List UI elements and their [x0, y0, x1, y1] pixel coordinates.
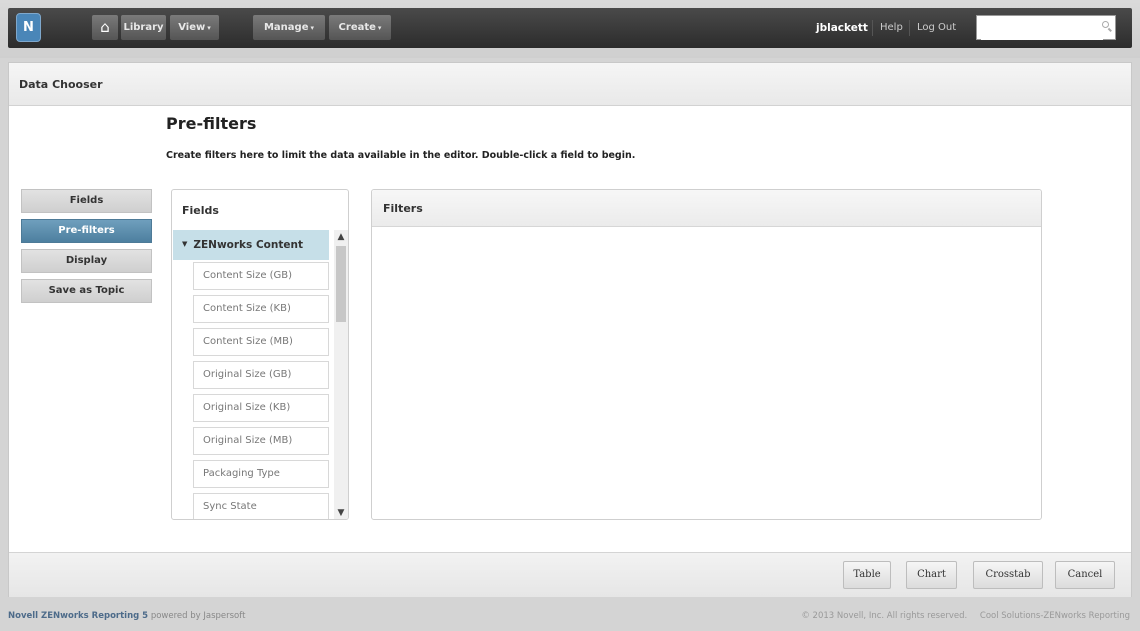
nav-create-label: Create [338, 22, 376, 33]
nav-library-button[interactable]: Library [121, 15, 166, 40]
nav-manage-button[interactable]: Manage ▾ [253, 15, 325, 40]
step-fields[interactable]: Fields [21, 189, 152, 213]
nav-view-button[interactable]: View ▾ [170, 15, 219, 40]
chevron-down-icon: ▾ [207, 24, 211, 32]
expand-triangle-icon[interactable]: ▼ [182, 240, 187, 248]
top-bar: N ⌂ Library View ▾ Manage ▾ Create ▾ jblack… [0, 0, 1140, 58]
field-item[interactable]: Packaging Type [193, 460, 329, 488]
copyright-text: © 2013 Novell, Inc. All rights reserved. [801, 611, 968, 621]
footer-right: © 2013 Novell, Inc. All rights reserved.… [791, 611, 1130, 621]
field-group-zenworks-content[interactable]: ▼ ZENworks Content [173, 230, 329, 260]
filters-title: Filters [383, 202, 423, 215]
search-box [976, 15, 1116, 40]
field-group-label: ZENworks Content [193, 239, 303, 251]
search-icon[interactable] [1102, 21, 1109, 28]
fields-scrollbar[interactable]: ▲ ▼ [334, 230, 348, 519]
filters-header: Filters [372, 190, 1041, 227]
cool-solutions-link[interactable]: Cool Solutions-ZENworks Reporting [980, 611, 1130, 621]
chevron-down-icon: ▾ [310, 24, 315, 32]
field-item[interactable]: Original Size (MB) [193, 427, 329, 455]
field-item[interactable]: Sync State [193, 493, 329, 519]
data-chooser-panel: Data Chooser Pre-filters Create filters … [8, 62, 1132, 597]
product-name: Novell ZENworks Reporting 5 [8, 611, 149, 621]
table-button[interactable]: Table [843, 561, 891, 589]
cancel-button[interactable]: Cancel [1055, 561, 1115, 589]
field-item[interactable]: Content Size (KB) [193, 295, 329, 323]
crosstab-button[interactable]: Crosstab [973, 561, 1043, 589]
nav-create-button[interactable]: Create ▾ [329, 15, 391, 40]
instructions-text: Create filters here to limit the data av… [166, 150, 636, 161]
panel-header: Data Chooser [9, 63, 1131, 106]
app-logo-icon[interactable]: N [16, 13, 41, 42]
scroll-down-icon[interactable]: ▼ [334, 506, 348, 519]
step-display[interactable]: Display [21, 249, 152, 273]
powered-by-link[interactable]: powered by Jaspersoft [151, 611, 246, 621]
page-footer: Novell ZENworks Reporting 5 powered by J… [0, 605, 1140, 631]
page-title: Pre-filters [166, 114, 257, 133]
home-icon[interactable]: ⌂ [92, 15, 118, 40]
fields-title: Fields [182, 204, 219, 217]
username[interactable]: jblackett [816, 8, 868, 48]
logout-link[interactable]: Log Out [917, 8, 956, 48]
chart-button[interactable]: Chart [906, 561, 957, 589]
divider [872, 20, 873, 36]
field-item[interactable]: Content Size (GB) [193, 262, 329, 290]
footer-product: Novell ZENworks Reporting 5 powered by J… [8, 611, 245, 621]
scroll-thumb[interactable] [336, 246, 346, 322]
step-pre-filters[interactable]: Pre-filters [21, 219, 152, 243]
nav-manage-label: Manage [263, 22, 309, 33]
search-input[interactable] [981, 17, 1103, 40]
step-save-as-topic[interactable]: Save as Topic [21, 279, 152, 303]
nav-library-label: Library [123, 22, 164, 33]
field-item[interactable]: Original Size (GB) [193, 361, 329, 389]
fields-panel: Fields ▼ ZENworks Content Content Size (G… [171, 189, 349, 520]
field-item[interactable]: Original Size (KB) [193, 394, 329, 422]
chevron-down-icon: ▾ [377, 24, 382, 32]
panel-title: Data Chooser [19, 78, 103, 91]
divider [909, 20, 910, 36]
filters-panel[interactable]: Filters [371, 189, 1042, 520]
top-nav: N ⌂ Library View ▾ Manage ▾ Create ▾ jblack… [8, 8, 1132, 48]
nav-view-label: View [178, 22, 206, 33]
scroll-up-icon[interactable]: ▲ [334, 230, 348, 244]
help-link[interactable]: Help [880, 8, 903, 48]
panel-footer: Table Chart Crosstab Cancel [9, 552, 1131, 597]
field-item[interactable]: Content Size (MB) [193, 328, 329, 356]
